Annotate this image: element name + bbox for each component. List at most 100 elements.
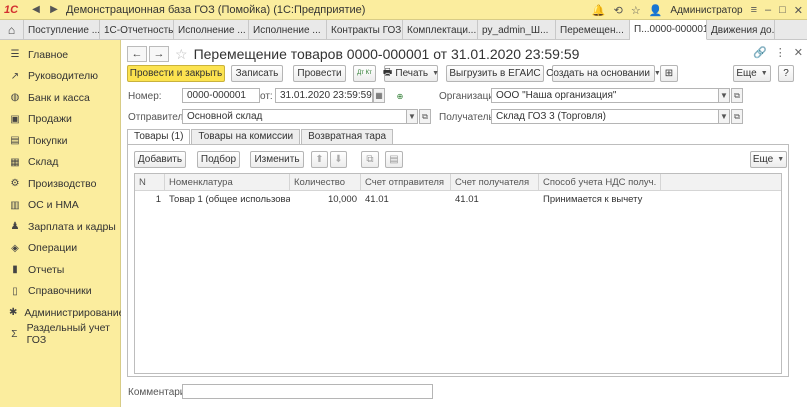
tab-commission-goods[interactable]: Товары на комиссии <box>191 129 301 144</box>
favorites-icon[interactable]: ☆ <box>631 4 641 17</box>
user-name[interactable]: Администратор <box>670 5 742 16</box>
post-button[interactable]: Провести <box>293 65 346 82</box>
maximize-icon[interactable]: □ <box>779 4 786 16</box>
column-header-vat-method[interactable]: Способ учета НДС получ. <box>539 174 661 190</box>
link-icon[interactable]: 🔗 <box>753 46 767 59</box>
create-based-on-button[interactable]: Создать на основании ▼ <box>546 65 661 82</box>
organization-field[interactable]: ООО "Наша организация" <box>491 88 729 103</box>
help-button[interactable]: ? <box>778 65 794 82</box>
receiver-open-icon[interactable]: ⧉ <box>731 109 743 124</box>
date-action-icon[interactable]: ⊕ <box>394 89 406 104</box>
sidebar-item-catalogs[interactable]: ▯ Справочники <box>0 281 120 303</box>
save-button[interactable]: Записать <box>231 65 283 82</box>
open-tab[interactable]: Контракты ГОЗ✕ <box>327 20 403 40</box>
bell-icon[interactable]: 🔔 <box>592 4 606 17</box>
print-button[interactable]: 🖶 Печать ▼ <box>383 65 439 82</box>
sigma-icon: Σ <box>11 328 18 340</box>
more-vert-icon[interactable]: ⋮ <box>775 46 786 59</box>
number-field[interactable]: 0000-000001 <box>182 88 260 103</box>
structure-icon[interactable]: ⊞ <box>660 65 678 82</box>
cell-nomenclature: Товар 1 (общее использование) <box>169 194 290 205</box>
sidebar-item-assets[interactable]: ▥ ОС и НМА <box>0 195 120 217</box>
move-down-icon[interactable]: ⬇ <box>330 151 347 168</box>
dtkt-button[interactable]: Дт Кт <box>353 65 376 82</box>
sidebar-item-goz[interactable]: Σ Раздельный учет ГОЗ <box>0 322 120 346</box>
history-icon[interactable]: ⟲ <box>614 4 623 17</box>
people-icon: ♟ <box>10 221 20 233</box>
bank-icon: ◍ <box>10 92 20 104</box>
open-tab[interactable]: Перемещен...✕ <box>556 20 630 40</box>
column-header-n[interactable]: N <box>135 174 165 190</box>
post-and-close-button[interactable]: Провести и закрыть <box>127 65 225 82</box>
tab-returnable-containers[interactable]: Возвратная тара <box>301 129 394 144</box>
add-button[interactable]: Добавить <box>134 151 186 168</box>
window-close-icon[interactable]: ✕ <box>794 46 803 59</box>
column-header-sender-account[interactable]: Счет отправителя <box>361 174 451 190</box>
sender-open-icon[interactable]: ⧉ <box>419 109 431 124</box>
change-button[interactable]: Изменить <box>250 151 304 168</box>
open-tab[interactable]: Поступление ...✕ <box>24 20 100 40</box>
nav-forward-button[interactable]: → <box>149 46 169 62</box>
open-tab[interactable]: py_admin_Ш...✕ <box>478 20 556 40</box>
sidebar-item-purchases[interactable]: ▤ Покупки <box>0 130 120 152</box>
sidebar-item-label: ОС и НМА <box>28 199 79 212</box>
open-tab[interactable]: Исполнение ...✕ <box>249 20 327 40</box>
sidebar-item-manager[interactable]: ↗ Руководителю <box>0 66 120 88</box>
chevron-down-icon: ▼ <box>777 156 785 163</box>
sender-dropdown-icon[interactable]: ▼ <box>406 109 418 124</box>
sidebar-item-main[interactable]: ☰ Главное <box>0 44 120 66</box>
open-tab-active[interactable]: П...0000-000001✕ <box>630 20 707 40</box>
date-field[interactable]: 31.01.2020 23:59:59 <box>275 88 373 103</box>
sidebar-item-label: Администрирование <box>24 306 125 319</box>
tab-label: Исполнение ... <box>178 24 246 36</box>
more-button[interactable]: Еще ▼ <box>733 65 771 82</box>
open-tab[interactable]: 1С-Отчетность✕ <box>100 20 174 40</box>
open-tab[interactable]: Движения до... <box>707 20 775 40</box>
page-title: Перемещение товаров 0000-000001 от 31.01… <box>193 46 580 62</box>
select-button[interactable]: Подбор <box>197 151 240 168</box>
comment-field[interactable] <box>182 384 433 399</box>
organization-dropdown-icon[interactable]: ▼ <box>718 88 730 103</box>
sidebar-item-admin[interactable]: ✱ Администрирование <box>0 302 125 324</box>
back-icon[interactable]: ◀ <box>30 4 42 16</box>
cell-receiver-account: 41.01 <box>455 194 479 205</box>
egais-export-button[interactable]: Выгрузить в ЕГАИС <box>446 65 544 82</box>
open-tab[interactable]: Исполнение ...✕ <box>174 20 249 40</box>
sidebar-item-production[interactable]: ⚙ Производство <box>0 173 120 195</box>
sidebar-item-sales[interactable]: ▣ Продажи <box>0 109 120 131</box>
calendar-icon[interactable]: ▦ <box>373 88 385 103</box>
settings-icon[interactable]: ≡ <box>751 4 757 16</box>
paste-icon[interactable]: ▤ <box>385 151 403 168</box>
column-header-quantity[interactable]: Количество <box>290 174 361 190</box>
home-icon[interactable]: ⌂ <box>0 20 24 40</box>
table-row[interactable]: 1 Товар 1 (общее использование) 10,000 4… <box>135 191 781 208</box>
sidebar-item-label: Главное <box>28 48 69 61</box>
move-up-icon[interactable]: ⬆ <box>311 151 328 168</box>
goods-table: N Номенклатура Количество Счет отправите… <box>134 173 782 374</box>
cell-sender-account: 41.01 <box>365 194 389 205</box>
sidebar-item-salary[interactable]: ♟ Зарплата и кадры <box>0 216 120 238</box>
cell-n: 1 <box>155 194 161 205</box>
organization-open-icon[interactable]: ⧉ <box>731 88 743 103</box>
favorite-star-icon[interactable]: ☆ <box>175 46 188 63</box>
factory-icon: ⚙ <box>10 178 20 190</box>
copy-icon[interactable]: ⧉ <box>361 151 379 168</box>
open-tab[interactable]: Комплектаци...✕ <box>403 20 478 40</box>
sidebar-item-bank[interactable]: ◍ Банк и касса <box>0 87 120 109</box>
close-icon[interactable]: ✕ <box>794 4 803 17</box>
sidebar-item-operations[interactable]: ◈ Операции <box>0 238 120 260</box>
nav-back-button[interactable]: ← <box>127 46 147 62</box>
sidebar-item-reports[interactable]: ▮ Отчеты <box>0 259 120 281</box>
document-tabs: Товары (1) Товары на комиссии Возвратная… <box>127 129 394 144</box>
forward-icon[interactable]: ▶ <box>48 4 60 16</box>
receiver-dropdown-icon[interactable]: ▼ <box>718 109 730 124</box>
sender-field[interactable]: Основной склад <box>182 109 418 124</box>
column-header-nomenclature[interactable]: Номенклатура <box>165 174 290 190</box>
table-more-button[interactable]: Еще ▼ <box>750 151 787 168</box>
receiver-field[interactable]: Склад ГОЗ 3 (Торговля) <box>491 109 729 124</box>
column-header-receiver-account[interactable]: Счет получателя <box>451 174 539 190</box>
minimize-icon[interactable]: – <box>765 4 771 16</box>
user-icon[interactable]: 👤 <box>649 4 663 17</box>
sidebar-item-warehouse[interactable]: ▦ Склад <box>0 152 120 174</box>
tab-goods[interactable]: Товары (1) <box>127 129 191 144</box>
